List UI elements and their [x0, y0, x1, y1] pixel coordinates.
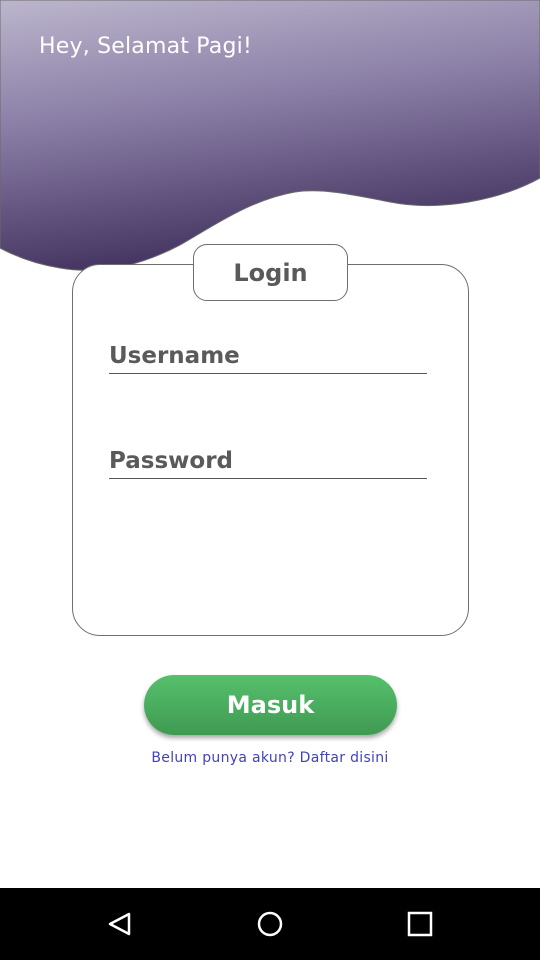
- masuk-button[interactable]: Masuk: [144, 675, 397, 735]
- recent-apps-icon[interactable]: [402, 906, 438, 942]
- login-screen: Hey, Selamat Pagi! Login Masuk Belum pun…: [0, 0, 540, 960]
- register-link[interactable]: Belum punya akun? Daftar disini: [0, 750, 540, 766]
- back-icon[interactable]: [102, 906, 138, 942]
- password-input[interactable]: [109, 448, 427, 474]
- login-title: Login: [193, 244, 348, 301]
- password-field: [109, 448, 427, 479]
- username-field: [109, 343, 427, 374]
- android-navigation-bar: [0, 888, 540, 960]
- home-icon[interactable]: [252, 906, 288, 942]
- greeting-text: Hey, Selamat Pagi!: [39, 34, 252, 59]
- username-input[interactable]: [109, 343, 427, 369]
